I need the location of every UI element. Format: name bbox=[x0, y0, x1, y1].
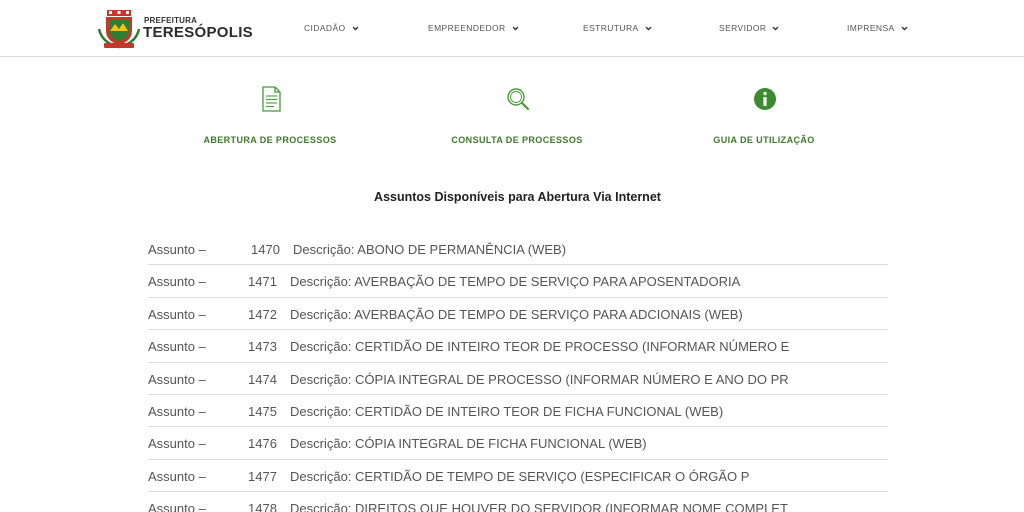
nav-label: IMPRENSA bbox=[847, 23, 895, 33]
tile-consulta-processos[interactable]: CONSULTA DE PROCESSOS bbox=[417, 82, 617, 152]
nav-label: SERVIDOR bbox=[719, 23, 767, 33]
subject-description: Descrição: AVERBAÇÃO DE TEMPO DE SERVIÇO… bbox=[290, 306, 743, 322]
subject-description: Descrição: CÓPIA INTEGRAL DE PROCESSO (I… bbox=[290, 371, 789, 387]
subject-code: 1471 bbox=[248, 274, 277, 290]
subject-description: Descrição: CERTIDÃO DE INTEIRO TEOR DE P… bbox=[290, 339, 790, 355]
list-item[interactable]: Assunto – 1474 Descrição: CÓPIA INTEGRAL… bbox=[148, 363, 888, 395]
chevron-down-icon bbox=[901, 26, 908, 31]
nav-imprensa[interactable]: IMPRENSA bbox=[847, 21, 908, 35]
subject-description: Descrição: CERTIDÃO DE TEMPO DE SERVIÇO … bbox=[290, 468, 750, 484]
subject-label: Assunto – bbox=[148, 339, 206, 355]
list-item[interactable]: Assunto – 1473 Descrição: CERTIDÃO DE IN… bbox=[148, 330, 888, 363]
subject-code: 1478 bbox=[248, 501, 277, 512]
tile-label: ABERTURA DE PROCESSOS bbox=[203, 135, 337, 145]
subject-label: Assunto – bbox=[148, 242, 206, 257]
list-item[interactable]: Assunto – 1470 Descrição: ABONO DE PERMA… bbox=[148, 233, 888, 266]
subject-code: 1475 bbox=[248, 403, 277, 419]
chevron-down-icon bbox=[352, 26, 358, 31]
subject-code: 1476 bbox=[248, 436, 277, 452]
nav-label: ESTRUTURA bbox=[583, 23, 639, 33]
document-icon bbox=[262, 86, 281, 112]
list-item[interactable]: Assunto – 1475 Descrição: CERTIDÃO DE IN… bbox=[148, 395, 888, 428]
chevron-down-icon bbox=[645, 26, 651, 31]
tile-label: CONSULTA DE PROCESSOS bbox=[451, 135, 583, 145]
tile-label: GUIA DE UTILIZAÇÃO bbox=[713, 135, 815, 145]
subject-code: 1472 bbox=[248, 306, 277, 322]
list-item[interactable]: Assunto – 1478 Descrição: DIREITOS QUE H… bbox=[148, 492, 888, 512]
subject-label: Assunto – bbox=[148, 403, 206, 419]
subject-description: Descrição: DIREITOS QUE HOUVER DO SERVID… bbox=[290, 501, 788, 512]
subject-code: 1477 bbox=[248, 468, 277, 484]
nav-empreendedor[interactable]: EMPREENDEDOR bbox=[428, 21, 519, 35]
subject-list: Assunto – 1470 Descrição: ABONO DE PERMA… bbox=[148, 233, 888, 512]
subject-description: Descrição: CÓPIA INTEGRAL DE FICHA FUNCI… bbox=[290, 436, 647, 452]
tile-abertura-processos[interactable]: ABERTURA DE PROCESSOS bbox=[170, 82, 370, 152]
subject-label: Assunto – bbox=[148, 468, 206, 484]
nav-label: EMPREENDEDOR bbox=[428, 23, 506, 33]
nav-estrutura[interactable]: ESTRUTURA bbox=[583, 21, 652, 35]
info-icon bbox=[754, 88, 776, 110]
subject-code: 1470 bbox=[251, 242, 280, 257]
subject-description: Descrição: CERTIDÃO DE INTEIRO TEOR DE F… bbox=[290, 403, 724, 419]
nav-label: CIDADÃO bbox=[304, 23, 346, 33]
subject-label: Assunto – bbox=[148, 371, 206, 387]
subject-label: Assunto – bbox=[148, 306, 206, 322]
subject-code: 1473 bbox=[248, 339, 277, 355]
list-item[interactable]: Assunto – 1471 Descrição: AVERBAÇÃO DE T… bbox=[148, 265, 888, 298]
list-item[interactable]: Assunto – 1476 Descrição: CÓPIA INTEGRAL… bbox=[148, 427, 888, 460]
list-item[interactable]: Assunto – 1472 Descrição: AVERBAÇÃO DE T… bbox=[148, 298, 888, 331]
nav-cidadao[interactable]: CIDADÃO bbox=[304, 21, 359, 35]
section-title: Assuntos Disponíveis para Abertura Via I… bbox=[374, 190, 661, 204]
subject-code: 1474 bbox=[248, 371, 277, 387]
logo-big-text: TERESÓPOLIS bbox=[143, 24, 253, 41]
logo-link[interactable]: PREFEITURA TERESÓPOLIS bbox=[98, 9, 258, 49]
nav-servidor[interactable]: SERVIDOR bbox=[719, 21, 779, 35]
search-icon bbox=[507, 88, 530, 111]
tile-guia-utilizacao[interactable]: GUIA DE UTILIZAÇÃO bbox=[664, 82, 864, 152]
chevron-down-icon bbox=[512, 26, 518, 31]
subject-label: Assunto – bbox=[148, 436, 206, 452]
chevron-down-icon bbox=[773, 26, 779, 31]
subject-description: Descrição: ABONO DE PERMANÊNCIA (WEB) bbox=[293, 242, 567, 257]
subject-description: Descrição: AVERBAÇÃO DE TEMPO DE SERVIÇO… bbox=[290, 274, 741, 290]
list-item[interactable]: Assunto – 1477 Descrição: CERTIDÃO DE TE… bbox=[148, 460, 888, 493]
coat-of-arms-icon bbox=[98, 10, 140, 49]
subject-label: Assunto – bbox=[148, 274, 206, 290]
site-header: PREFEITURA TERESÓPOLIS CIDADÃO EMPREENDE… bbox=[0, 0, 1024, 57]
subject-label: Assunto – bbox=[148, 501, 206, 512]
